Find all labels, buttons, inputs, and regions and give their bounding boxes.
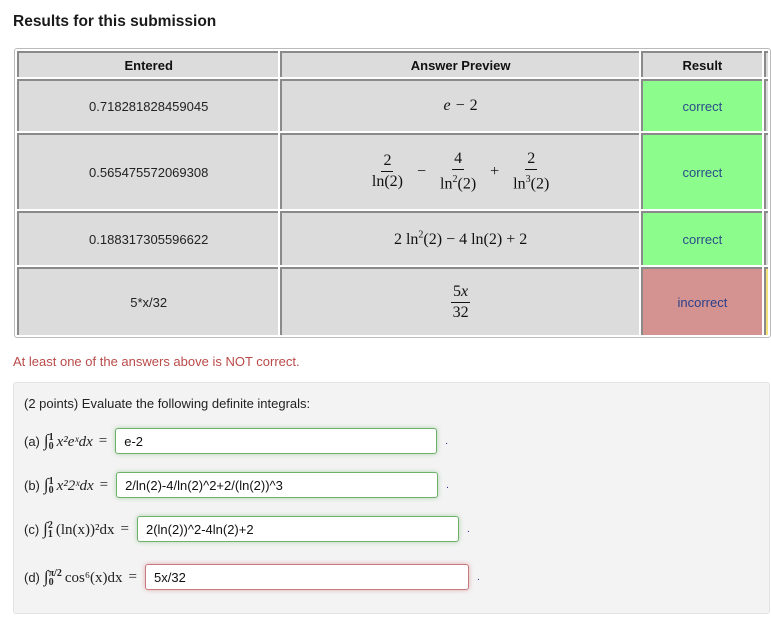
extra-cell: [764, 267, 768, 335]
integral-expression: ∫ 2 1 (ln(x))²dx: [43, 518, 115, 541]
answer-preview: 2 ln2(2) − 4 ln(2) + 2: [280, 211, 639, 265]
page-title: Results for this submission: [13, 13, 217, 30]
entered-value: 0.565475572069308: [17, 133, 279, 209]
extra-cell: [764, 133, 768, 209]
part-label: (d): [24, 569, 40, 585]
header-answer-preview: Answer Preview: [280, 51, 639, 77]
entered-value: 5*x/32: [17, 267, 279, 335]
operator: +: [490, 162, 500, 180]
problem-part-b: (b) ∫ 1 0 x²2ˣdx = 2/ln(2)-4/ln(2)^2+2/(ln(…: [24, 471, 449, 499]
equals-sign: =: [98, 432, 108, 449]
results-table: Entered Answer Preview Result 0.71828182…: [14, 48, 771, 338]
result-badge: correct: [640, 211, 762, 265]
period: .: [466, 523, 470, 535]
table-header-row: Entered Answer Preview Result: [17, 51, 768, 77]
problem-panel: (2 points) Evaluate the following defini…: [13, 382, 770, 614]
result-badge: correct: [640, 133, 762, 209]
table-row: 0.188317305596622 2 ln2(2) − 4 ln(2) + 2…: [17, 211, 768, 265]
result-badge: incorrect: [640, 267, 762, 335]
fraction-denominator: ln(2): [371, 173, 403, 191]
equals-sign: =: [99, 476, 109, 493]
header-result: Result: [640, 51, 762, 77]
period: .: [446, 479, 449, 491]
extra-cell: [764, 79, 768, 131]
period: .: [477, 571, 480, 583]
entered-value: 0.188317305596622: [17, 211, 279, 265]
part-label: (c): [24, 521, 40, 537]
table-row: 0.718281828459045 e −2 correct: [17, 79, 768, 131]
problem-part-d: (d) ∫ π/2 0 cos⁶(x)dx = 5x/32 .: [24, 563, 480, 591]
integral-expression: ∫ π/2 0 cos⁶(x)dx: [43, 566, 123, 589]
equals-sign: =: [128, 568, 138, 585]
answer-preview: 2 ln(2) − 4 ln2(2) + 2 ln3(2): [280, 133, 639, 209]
problem-prompt: (2 points) Evaluate the following defini…: [24, 396, 311, 411]
answer-input-b[interactable]: 2/ln(2)-4/ln(2)^2+2/(ln(2))^3: [116, 472, 439, 498]
problem-part-c: (c) ∫ 2 1 (ln(x))²dx = 2(ln(2))^2-4ln(2)+2 …: [24, 515, 470, 543]
table-row: 5*x/32 5x 32 incorrect: [17, 267, 768, 335]
part-label: (a): [24, 433, 40, 449]
table-row: 0.565475572069308 2 ln(2) − 4 ln2(2) + 2 ln…: [17, 133, 768, 209]
part-label: (b): [24, 477, 40, 493]
result-badge: correct: [640, 79, 762, 131]
answer-input-d[interactable]: 5x/32: [145, 564, 470, 590]
problem-part-a: (a) ∫ 1 0 x²eˣdx = e-2 .: [24, 427, 448, 455]
extra-cell: [764, 211, 768, 265]
status-message: At least one of the answers above is NOT…: [13, 354, 300, 369]
equals-sign: =: [120, 520, 129, 537]
fraction-denominator: ln2(2): [440, 174, 477, 193]
header-entered: Entered: [17, 51, 279, 77]
fraction-denominator: ln3(2): [513, 174, 550, 193]
period: .: [445, 435, 449, 447]
answer-input-c[interactable]: 2(ln(2))^2-4ln(2)+2: [136, 516, 459, 542]
fraction-numerator: 4: [452, 150, 465, 171]
integral-expression: ∫ 1 0 x²2ˣdx: [43, 474, 94, 497]
answer-preview: e −2: [280, 79, 639, 131]
extra-column: [764, 51, 768, 77]
fraction-numerator: 2: [525, 150, 538, 171]
fraction-numerator: 2: [381, 152, 394, 173]
answer-preview: 5x 32: [280, 267, 639, 335]
entered-value: 0.718281828459045: [17, 79, 279, 131]
operator: −: [417, 162, 427, 180]
integral-expression: ∫ 1 0 x²eˣdx: [43, 430, 93, 453]
answer-input-a[interactable]: e-2: [115, 428, 438, 454]
